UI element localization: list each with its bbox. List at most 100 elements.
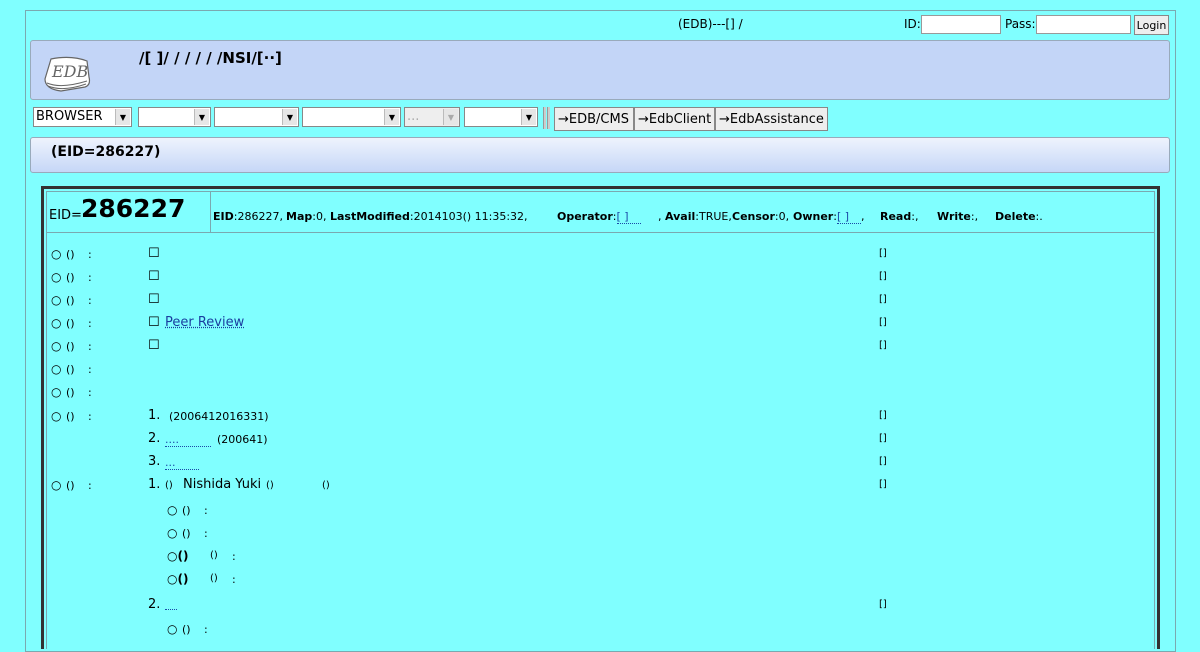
edit-bracket[interactable]: [] [879,410,887,421]
chevron-down-icon: ▼ [443,109,458,125]
browser-select[interactable]: BROWSER ▼ [33,107,132,127]
field-paren: () [182,527,191,540]
field-paren: () [66,317,75,330]
checkbox-icon[interactable]: ☐ [148,315,160,330]
field-paren: () [66,410,75,423]
edb-assistance-button[interactable]: →EdbAssistance [715,107,828,131]
svg-text:EDB: EDB [51,62,89,81]
page-container: (EDB)---[] / ID: Pass: Login EDB /[ ]/ /… [25,10,1176,652]
meta-write-label: Write [937,210,971,223]
list-link[interactable] [165,597,177,610]
radio-marker-icon: ○ [51,478,62,492]
meta-delete-label: Delete [995,210,1036,223]
field-colon: : [88,248,92,261]
record-inner: EID= 286227 EID:286227, Map:0, LastModif… [46,191,1155,649]
meta-map: Map:0, [286,210,326,223]
meta-eid-value: :286227, [233,210,283,223]
list-text: (2006412016331) [169,410,269,423]
chevron-down-icon: ▼ [194,109,209,125]
category-select-3[interactable]: ▼ [302,107,401,127]
list-link[interactable]: ... [165,456,199,470]
chevron-down-icon: ▼ [115,109,130,125]
password-input[interactable] [1036,15,1131,34]
login-button[interactable]: Login [1134,15,1169,35]
field-colon: : [88,363,92,376]
radio-marker-icon: ○ [51,270,62,284]
peer-review-link[interactable]: Peer Review [165,315,244,330]
meta-avail: , Avail:TRUE, [658,210,732,223]
field-paren: () [165,480,173,491]
list-number: 2. [148,431,161,446]
edit-bracket[interactable]: [] [879,271,887,282]
record-panel: EID= 286227 EID:286227, Map:0, LastModif… [41,186,1160,649]
category-select-5[interactable]: ▼ [464,107,538,127]
meta-delete-value: :. [1035,210,1043,223]
meta-modified: LastModified:2014103() 11:35:32, [330,210,528,223]
meta-modified-value: :2014103() 11:35:32, [409,210,528,223]
list-link[interactable]: .... [165,433,211,447]
meta-map-value: :0, [312,210,327,223]
meta-owner: Owner:[ ], [793,210,865,224]
edit-bracket[interactable]: [] [879,479,887,490]
meta-eid-label: EID [213,210,234,223]
edb-cms-button[interactable]: →EDB/CMS [554,107,634,131]
edb-logo-icon[interactable]: EDB [41,49,93,95]
meta-read: Read:, [880,210,918,223]
id-input[interactable] [921,15,1001,34]
chevron-down-icon: ▼ [521,109,536,125]
chevron-down-icon: ▼ [384,109,399,125]
radio-marker-icon: ○ [51,385,62,399]
meta-modified-label: LastModified [330,210,410,223]
radio-marker-icon: ○ [51,293,62,307]
edit-bracket[interactable]: [] [879,294,887,305]
edit-bracket[interactable]: [] [879,317,887,328]
field-colon: : [88,271,92,284]
separator [543,107,546,129]
field-colon: : [88,479,92,492]
chevron-down-icon: ▼ [282,109,297,125]
category-select-4: ... ▼ [404,107,460,127]
checkbox-icon[interactable]: ☐ [148,246,160,261]
list-number: 1. [148,408,161,423]
meta-map-label: Map [286,210,313,223]
field-paren: () [66,248,75,261]
radio-marker-icon: ○ [51,362,62,376]
meta-avail-value: :TRUE, [695,210,732,223]
edit-bracket[interactable]: [] [879,433,887,444]
category-select-4-value: ... [407,109,420,124]
edit-bracket[interactable]: [] [879,456,887,467]
field-paren: () [322,480,330,491]
category-select-2[interactable]: ▼ [214,107,299,127]
breadcrumb: /[ ]/ / / / / /NSI/[··] [139,49,282,67]
edit-bracket[interactable]: [] [879,599,887,610]
field-colon: : [232,573,236,586]
site-title: (EDB)---[] / [678,17,743,31]
browser-select-value: BROWSER [36,109,103,124]
meta-delete: Delete:. [995,210,1043,223]
meta-operator-label: Operator [557,210,613,223]
header-panel: EDB /[ ]/ / / / / /NSI/[··] [30,40,1170,100]
edb-client-button[interactable]: →EdbClient [634,107,715,131]
separator [547,107,550,129]
author-name: Nishida Yuki [183,477,262,492]
checkbox-icon[interactable]: ☐ [148,338,160,353]
field-paren: () [66,479,75,492]
radio-marker-icon: ○ [51,316,62,330]
owner-link[interactable]: [ ] [836,210,862,224]
meta-read-label: Read [880,210,912,223]
meta-eid: EID:286227, [213,210,283,223]
meta-censor: Censor:0, [732,210,789,223]
eid-prefix: EID= [49,208,82,223]
edit-bracket[interactable]: [] [879,340,887,351]
field-colon: : [204,527,208,540]
checkbox-icon[interactable]: ☐ [148,269,160,284]
checkbox-icon[interactable]: ☐ [148,292,160,307]
operator-link[interactable]: [ ] [616,210,641,224]
category-select-1[interactable]: ▼ [138,107,211,127]
radio-marker-icon: ○ [51,339,62,353]
meta-censor-label: Censor [732,210,775,223]
edit-bracket[interactable]: [] [879,248,887,259]
eid-number: 286227 [81,194,186,223]
list-number: 2. [148,597,161,612]
field-colon: : [88,317,92,330]
